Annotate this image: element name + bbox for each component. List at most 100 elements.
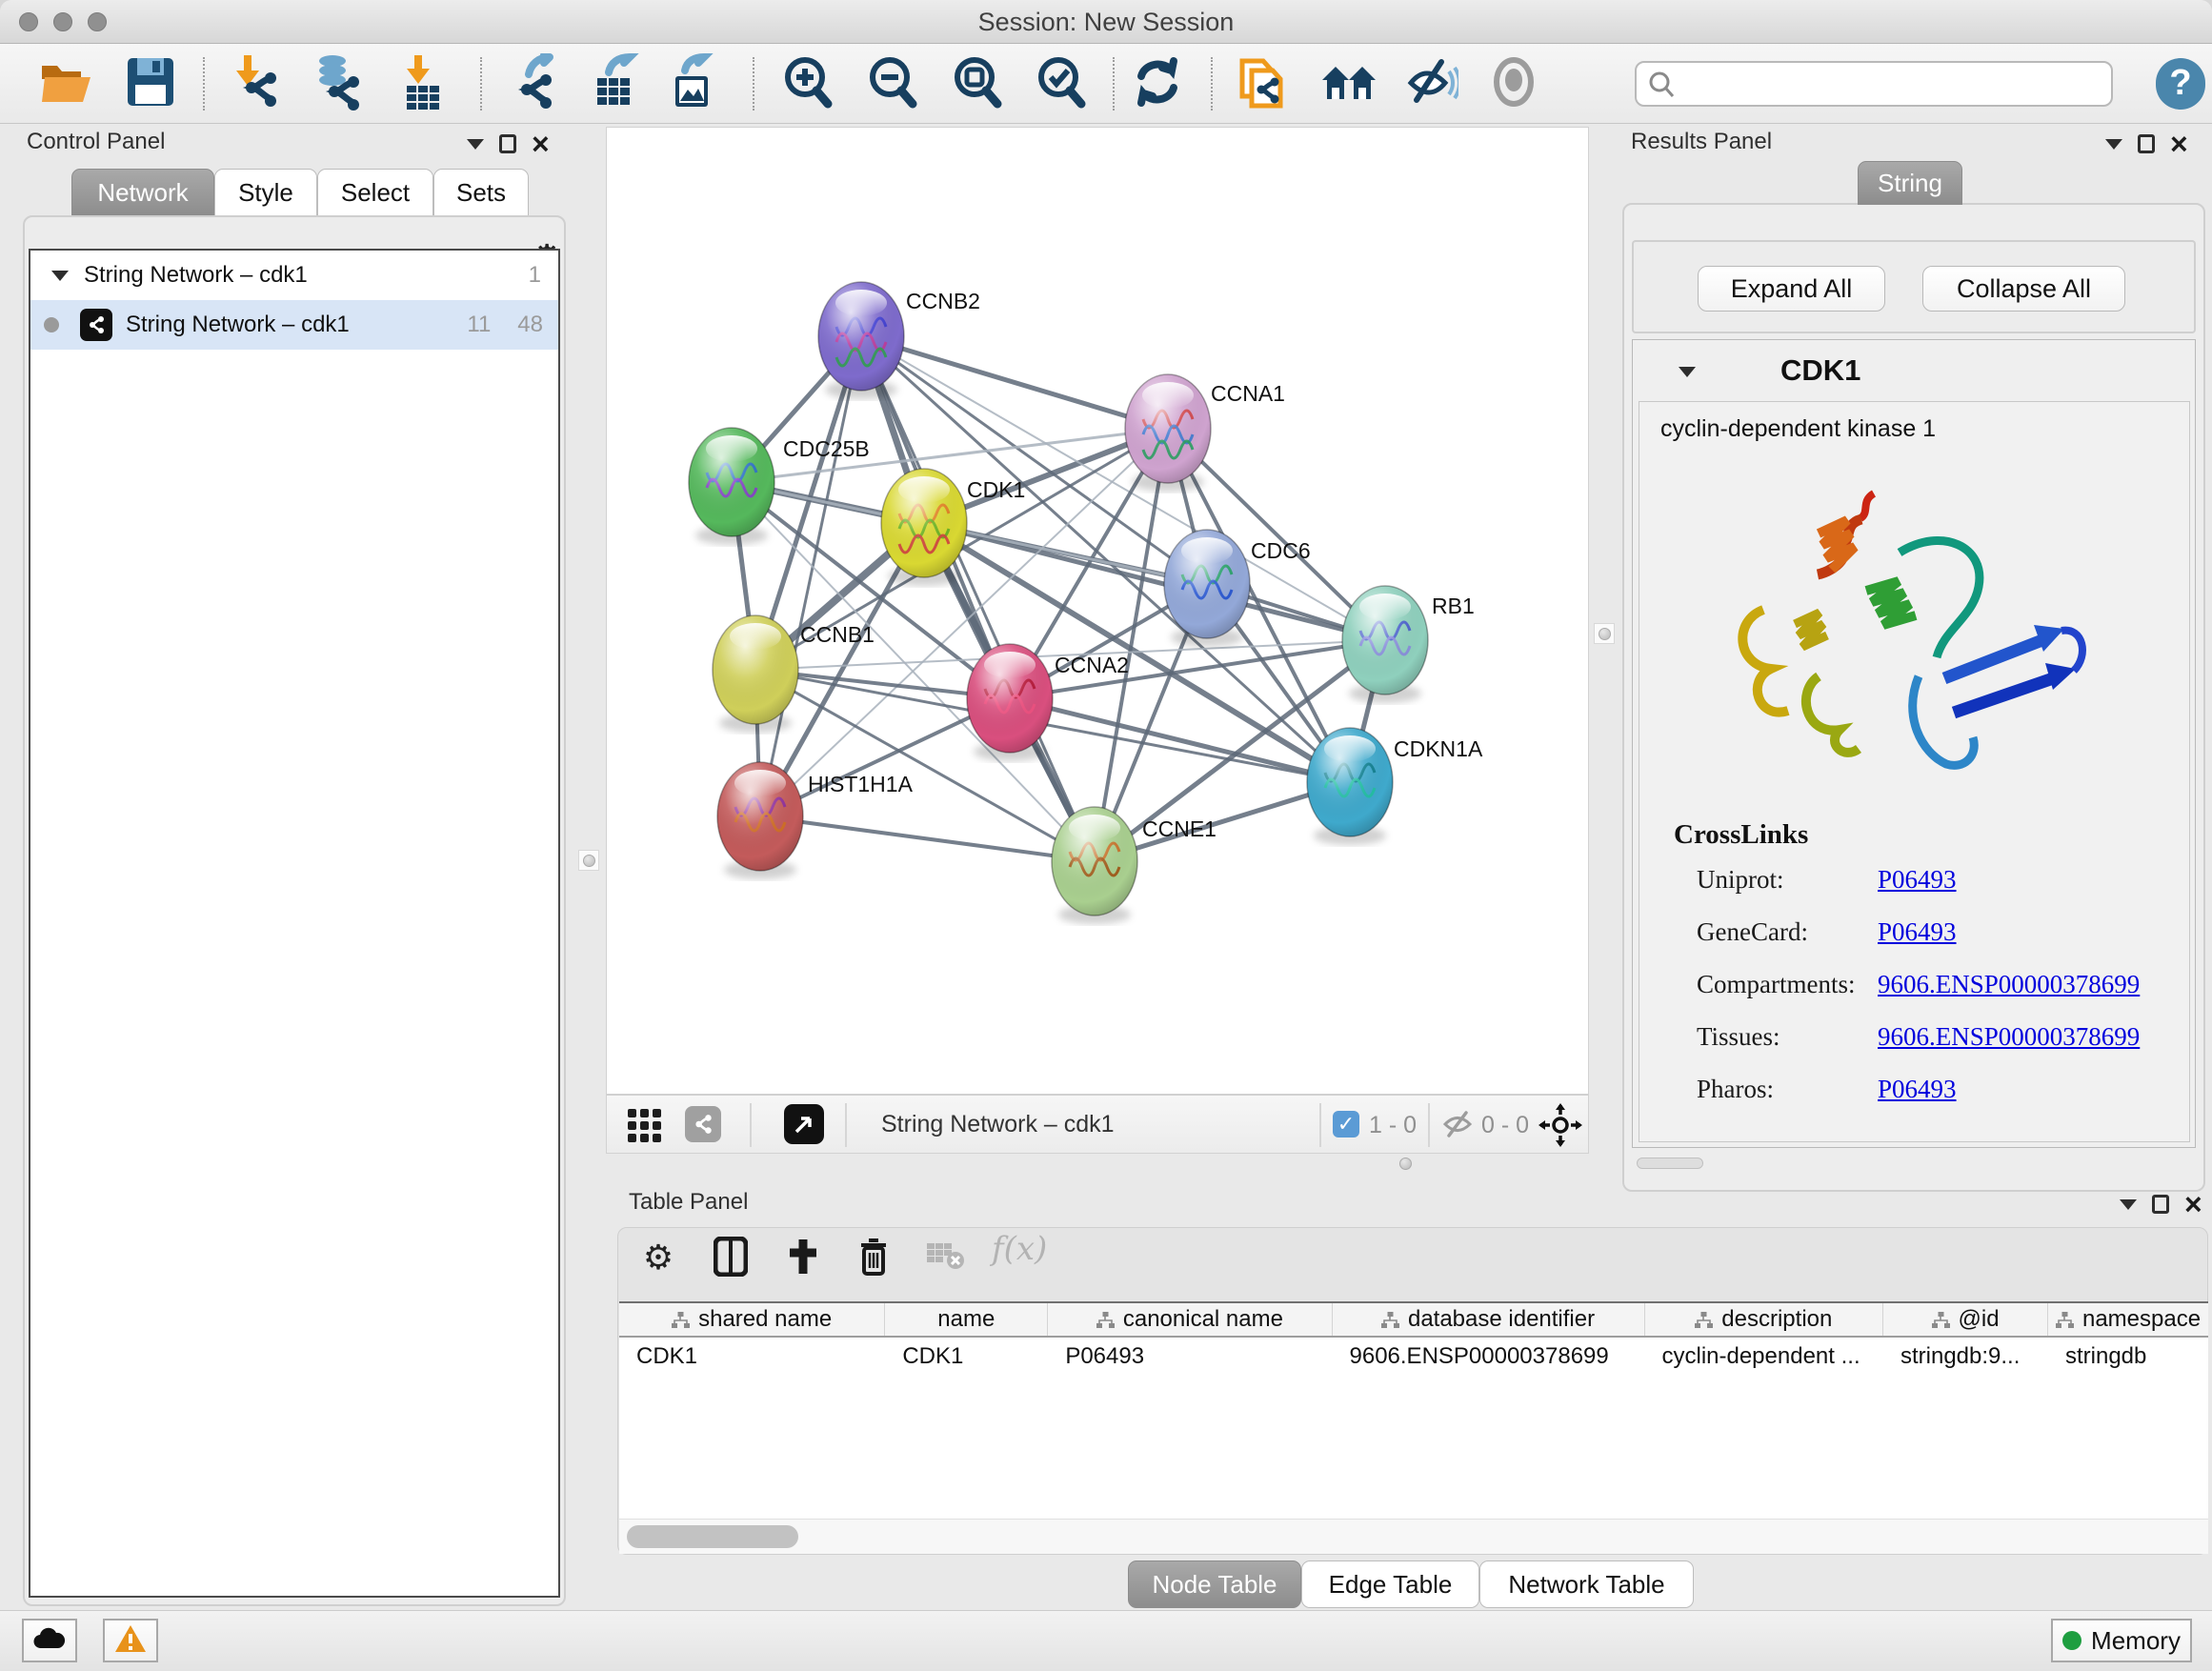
network-node-CCNB2[interactable]: CCNB2 [818,282,980,399]
export-table-button[interactable] [583,52,646,115]
panel-collapse-icon[interactable] [2105,139,2122,150]
zoom-in-icon [780,54,834,114]
tab-network-table[interactable]: Network Table [1479,1560,1694,1608]
left-splitter-handle[interactable] [578,850,599,871]
share-icon[interactable] [685,1106,721,1142]
search-input[interactable] [1635,61,2113,107]
tab-sets[interactable]: Sets [433,169,529,216]
cloud-button[interactable] [22,1619,77,1662]
network-graph[interactable]: CCNB2CCNA1CDC25BCDK1CDC6RB1CCNB1CCNA2CDK… [607,128,1588,1094]
network-node-RB1[interactable]: RB1 [1342,586,1475,703]
column-header[interactable]: name [885,1303,1048,1336]
tab-edge-table[interactable]: Edge Table [1301,1560,1479,1608]
create-column-button[interactable] [778,1234,828,1283]
import-table-button[interactable] [391,52,453,115]
tab-style[interactable]: Style [214,169,317,216]
checkbox-icon[interactable]: ✓ [1333,1111,1359,1137]
panel-close-icon[interactable]: × [532,134,550,153]
network-node-CDKN1A[interactable]: CDKN1A [1307,728,1483,845]
expand-all-button[interactable]: Expand All [1698,266,1885,312]
grid-icon[interactable] [628,1109,661,1142]
column-header[interactable]: shared name [619,1303,885,1336]
toolbar-separator [1113,57,1115,111]
bottom-splitter-handle[interactable] [1395,1153,1416,1174]
column-header[interactable]: namespace [2048,1303,2208,1336]
network-node-CCNE1[interactable]: CCNE1 [1052,807,1217,924]
column-header[interactable]: canonical name [1048,1303,1332,1336]
open-session-button[interactable] [35,52,98,115]
memory-button[interactable]: Memory [2051,1619,2192,1662]
gear-icon: ⚙ [643,1241,674,1276]
panel-collapse-icon[interactable] [2120,1199,2137,1210]
hide-selected-button[interactable] [1399,52,1462,115]
crosslink-pharos[interactable]: P06493 [1878,1075,2173,1104]
network-tree-row-selected[interactable]: String Network – cdk1 11 48 [30,300,558,350]
network-node-HIST1H1A[interactable]: HIST1H1A [717,762,914,879]
network-edge-CCNB2-HIST1H1A[interactable] [760,336,861,816]
table-row[interactable]: CDK1 CDK1 P06493 9606.ENSP00000378699 cy… [619,1338,2208,1376]
show-columns-button[interactable] [706,1234,755,1283]
network-edge-HIST1H1A-CCNE1[interactable] [760,816,1095,861]
expander-icon[interactable] [51,271,69,281]
delete-table-button[interactable] [921,1234,971,1283]
column-header[interactable]: description [1645,1303,1884,1336]
network-node-CDC6[interactable]: CDC6 [1164,530,1311,647]
crosslink-tissues[interactable]: 9606.ENSP00000378699 [1878,1022,2173,1052]
tab-node-table[interactable]: Node Table [1128,1560,1301,1608]
zoom-selected-button[interactable] [1029,52,1092,115]
panel-float-icon[interactable] [2138,134,2155,153]
crosslink-compartments[interactable]: 9606.ENSP00000378699 [1878,970,2173,999]
export-image-button[interactable] [660,52,723,115]
export-network-button[interactable] [507,52,570,115]
network-tree-root-row[interactable]: String Network – cdk1 1 [30,251,558,300]
zoom-fit-button[interactable] [945,52,1008,115]
column-header[interactable]: database identifier [1333,1303,1645,1336]
first-neighbors-button[interactable] [1317,52,1380,115]
collapse-all-button[interactable]: Collapse All [1922,266,2125,312]
panel-float-icon[interactable] [2152,1195,2169,1214]
section-expander-icon[interactable] [1679,367,1696,377]
network-label: String Network – cdk1 [126,312,350,338]
panel-collapse-icon[interactable] [467,139,484,150]
crosslink-genecard[interactable]: P06493 [1878,917,2173,947]
table-panel-title: Table Panel [629,1189,748,1216]
tab-network[interactable]: Network [71,169,214,216]
network-node-CDC25B[interactable]: CDC25B [689,428,870,545]
import-network-button[interactable] [224,52,287,115]
network-node-CCNA1[interactable]: CCNA1 [1125,374,1285,492]
birdseye-icon[interactable] [1538,1103,1582,1152]
tab-string[interactable]: String [1858,161,1962,205]
column-header[interactable]: @id [1883,1303,2048,1336]
tab-select[interactable]: Select [317,169,433,216]
apply-layout-button[interactable] [1126,52,1189,115]
panel-float-icon[interactable] [499,134,516,153]
show-all-button[interactable] [1482,52,1545,115]
table-hscrollbar-thumb[interactable] [627,1525,798,1548]
right-splitter-handle[interactable] [1594,623,1615,644]
network-edge-CCNB2-CCNA1[interactable] [861,336,1168,429]
clone-network-button[interactable] [1231,52,1294,115]
node-label-CDKN1A: CDKN1A [1394,736,1483,761]
zoom-out-button[interactable] [860,52,923,115]
title-bar: Session: New Session [0,0,2212,44]
import-database-button[interactable] [305,52,368,115]
edge-count: 48 [517,312,543,338]
save-session-button[interactable] [119,52,182,115]
panel-close-icon[interactable]: × [2170,134,2188,153]
node-label-CCNA2: CCNA2 [1055,653,1129,677]
network-edge-CDK1-RB1[interactable] [924,523,1385,640]
results-hscrollbar-thumb[interactable] [1637,1158,1703,1169]
network-canvas[interactable]: CCNB2CCNA1CDC25BCDK1CDC6RB1CCNB1CCNA2CDK… [606,127,1589,1095]
delete-column-button[interactable] [849,1234,898,1283]
warning-button[interactable] [103,1619,158,1662]
crosslink-uniprot[interactable]: P06493 [1878,865,2173,895]
network-node-CCNA2[interactable]: CCNA2 [967,644,1129,761]
open-in-window-icon[interactable] [784,1104,824,1144]
zoom-in-button[interactable] [775,52,838,115]
table-hscrollbar[interactable] [619,1519,2208,1554]
table-gear-button[interactable]: ⚙ [633,1234,683,1283]
panel-close-icon[interactable]: × [2184,1195,2202,1214]
help-button[interactable]: ? [2156,58,2205,110]
toolbar-separator [750,1103,752,1147]
function-builder-button[interactable]: f(x) [992,1230,1047,1268]
